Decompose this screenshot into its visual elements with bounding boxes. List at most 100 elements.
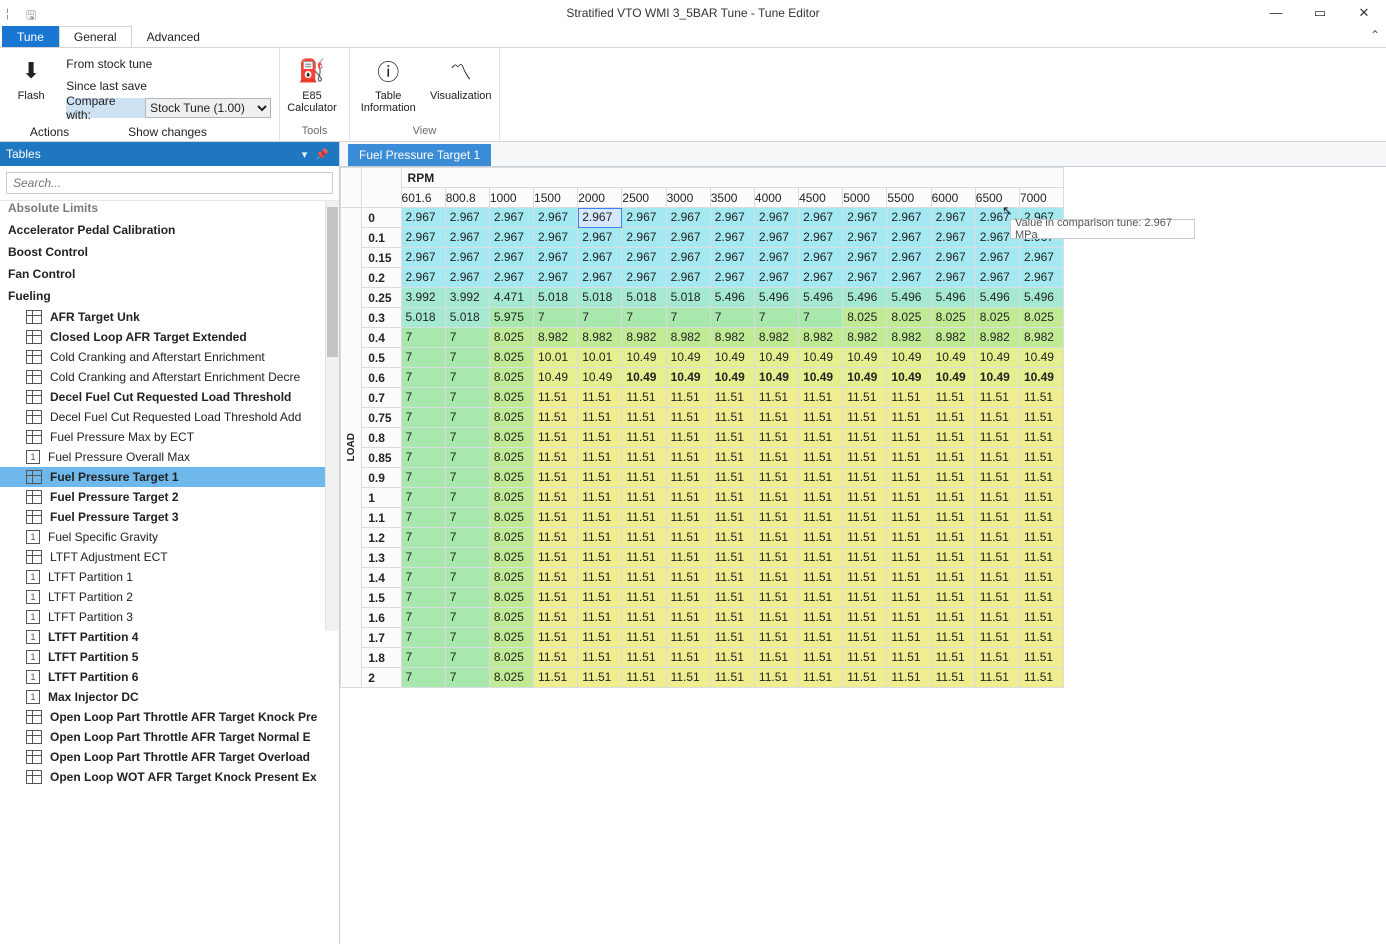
load-header[interactable]: 1.8 bbox=[362, 648, 401, 668]
table-cell[interactable]: 11.51 bbox=[975, 488, 1019, 508]
maximize-button[interactable]: ▭ bbox=[1298, 0, 1342, 26]
table-cell[interactable]: 11.51 bbox=[931, 428, 975, 448]
table-cell[interactable]: 7 bbox=[445, 548, 489, 568]
table-cell[interactable]: 10.49 bbox=[931, 368, 975, 388]
table-cell[interactable]: 11.51 bbox=[666, 408, 710, 428]
table-cell[interactable]: 11.51 bbox=[843, 388, 887, 408]
table-cell[interactable]: 2.967 bbox=[799, 228, 843, 248]
table-cell[interactable]: 2.967 bbox=[401, 268, 445, 288]
table-cell[interactable]: 5.496 bbox=[710, 288, 754, 308]
table-cell[interactable]: 2.967 bbox=[710, 208, 754, 228]
table-cell[interactable]: 11.51 bbox=[578, 608, 622, 628]
table-cell[interactable]: 10.01 bbox=[534, 348, 578, 368]
table-cell[interactable]: 11.51 bbox=[710, 408, 754, 428]
table-cell[interactable]: 2.967 bbox=[887, 208, 931, 228]
table-cell[interactable]: 11.51 bbox=[534, 668, 578, 688]
table-cell[interactable]: 8.025 bbox=[489, 468, 533, 488]
table-cell[interactable]: 8.982 bbox=[887, 328, 931, 348]
tab-tune[interactable]: Tune bbox=[2, 26, 59, 47]
table-cell[interactable]: 11.51 bbox=[975, 588, 1019, 608]
table-cell[interactable]: 8.025 bbox=[489, 408, 533, 428]
table-cell[interactable]: 5.496 bbox=[1019, 288, 1063, 308]
table-cell[interactable]: 11.51 bbox=[710, 608, 754, 628]
table-cell[interactable]: 10.01 bbox=[578, 348, 622, 368]
table-cell[interactable]: 2.967 bbox=[799, 268, 843, 288]
tree-item[interactable]: Open Loop Part Throttle AFR Target Overl… bbox=[0, 747, 339, 767]
table-cell[interactable]: 11.51 bbox=[534, 488, 578, 508]
table-cell[interactable]: 11.51 bbox=[799, 568, 843, 588]
table-cell[interactable]: 8.982 bbox=[931, 328, 975, 348]
table-cell[interactable]: 11.51 bbox=[754, 508, 798, 528]
load-header[interactable]: 0.25 bbox=[362, 288, 401, 308]
table-cell[interactable]: 10.49 bbox=[622, 368, 666, 388]
table-cell[interactable]: 10.49 bbox=[799, 368, 843, 388]
table-cell[interactable]: 11.51 bbox=[975, 448, 1019, 468]
table-cell[interactable]: 11.51 bbox=[578, 448, 622, 468]
table-cell[interactable]: 2.967 bbox=[843, 268, 887, 288]
table-cell[interactable]: 11.51 bbox=[534, 448, 578, 468]
table-cell[interactable]: 11.51 bbox=[534, 428, 578, 448]
load-header[interactable]: 1.3 bbox=[362, 548, 401, 568]
load-header[interactable]: 0.75 bbox=[362, 408, 401, 428]
table-cell[interactable]: 11.51 bbox=[1019, 488, 1063, 508]
table-cell[interactable]: 8.982 bbox=[975, 328, 1019, 348]
table-cell[interactable]: 2.967 bbox=[666, 228, 710, 248]
table-cell[interactable]: 11.51 bbox=[534, 608, 578, 628]
table-cell[interactable]: 8.982 bbox=[578, 328, 622, 348]
table-cell[interactable]: 7 bbox=[401, 328, 445, 348]
table-cell[interactable]: 11.51 bbox=[931, 508, 975, 528]
table-cell[interactable]: 8.025 bbox=[489, 448, 533, 468]
table-cell[interactable]: 11.51 bbox=[887, 548, 931, 568]
table-cell[interactable]: 2.967 bbox=[887, 228, 931, 248]
table-cell[interactable]: 11.51 bbox=[931, 408, 975, 428]
table-cell[interactable]: 11.51 bbox=[931, 468, 975, 488]
table-cell[interactable]: 11.51 bbox=[931, 608, 975, 628]
table-cell[interactable]: 10.49 bbox=[843, 348, 887, 368]
table-cell[interactable]: 11.51 bbox=[975, 648, 1019, 668]
table-cell[interactable]: 11.51 bbox=[534, 468, 578, 488]
table-cell[interactable]: 11.51 bbox=[622, 548, 666, 568]
table-cell[interactable]: 3.992 bbox=[445, 288, 489, 308]
table-cell[interactable]: 7 bbox=[710, 308, 754, 328]
load-header[interactable]: 0.5 bbox=[362, 348, 401, 368]
table-cell[interactable]: 5.975 bbox=[489, 308, 533, 328]
table-cell[interactable]: 11.51 bbox=[534, 508, 578, 528]
table-cell[interactable]: 5.496 bbox=[754, 288, 798, 308]
close-button[interactable]: ✕ bbox=[1342, 0, 1386, 26]
table-cell[interactable]: 11.51 bbox=[1019, 568, 1063, 588]
table-cell[interactable]: 11.51 bbox=[578, 428, 622, 448]
table-cell[interactable]: 11.51 bbox=[931, 448, 975, 468]
table-cell[interactable]: 7 bbox=[622, 308, 666, 328]
table-cell[interactable]: 2.967 bbox=[843, 248, 887, 268]
load-header[interactable]: 0.6 bbox=[362, 368, 401, 388]
table-cell[interactable]: 7 bbox=[401, 488, 445, 508]
load-header[interactable]: 1.4 bbox=[362, 568, 401, 588]
table-cell[interactable]: 8.025 bbox=[489, 528, 533, 548]
fuel-table-wrapper[interactable]: Value in comparison tune: 2.967 MPa ↖ RP… bbox=[340, 166, 1386, 944]
table-cell[interactable]: 11.51 bbox=[799, 408, 843, 428]
table-cell[interactable]: 2.967 bbox=[754, 208, 798, 228]
table-cell[interactable]: 7 bbox=[445, 568, 489, 588]
table-cell[interactable]: 7 bbox=[401, 628, 445, 648]
table-cell[interactable]: 2.967 bbox=[445, 248, 489, 268]
tree-item[interactable]: 1LTFT Partition 3 bbox=[0, 607, 339, 627]
table-cell[interactable]: 2.967 bbox=[666, 248, 710, 268]
table-cell[interactable]: 8.025 bbox=[489, 548, 533, 568]
load-header[interactable]: 0.85 bbox=[362, 448, 401, 468]
table-cell[interactable]: 2.967 bbox=[445, 208, 489, 228]
table-cell[interactable]: 11.51 bbox=[534, 628, 578, 648]
tree-item[interactable]: 1Max Injector DC bbox=[0, 687, 339, 707]
table-cell[interactable]: 11.51 bbox=[578, 508, 622, 528]
table-cell[interactable]: 2.967 bbox=[975, 268, 1019, 288]
tab-general[interactable]: General bbox=[59, 26, 132, 47]
table-cell[interactable]: 11.51 bbox=[931, 588, 975, 608]
table-cell[interactable]: 11.51 bbox=[710, 448, 754, 468]
table-cell[interactable]: 11.51 bbox=[754, 528, 798, 548]
table-cell[interactable]: 11.51 bbox=[710, 468, 754, 488]
table-cell[interactable]: 11.51 bbox=[534, 408, 578, 428]
table-cell[interactable]: 2.967 bbox=[754, 248, 798, 268]
table-cell[interactable]: 11.51 bbox=[975, 428, 1019, 448]
table-cell[interactable]: 2.967 bbox=[931, 248, 975, 268]
table-cell[interactable]: 11.51 bbox=[754, 428, 798, 448]
table-cell[interactable]: 2.967 bbox=[666, 268, 710, 288]
